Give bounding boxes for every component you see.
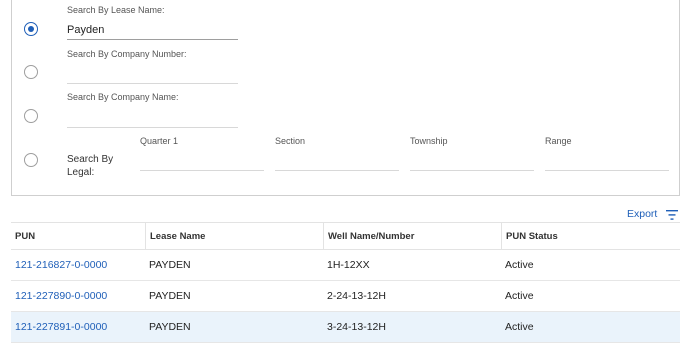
section-input[interactable] [275,170,399,171]
lease-name-label: Search By Lease Name: [67,5,165,15]
export-button[interactable]: Export [627,208,657,220]
section-label: Section [275,136,306,146]
lease-name-input[interactable]: Payden [67,24,104,36]
legal-label-line2: Legal: [67,167,95,178]
pun-link[interactable]: 121-216827-0-0000 [11,250,107,280]
results-table: PUN Lease Name Well Name/Number PUN Stat… [11,222,680,343]
well-name-cell: 1H-12XX [327,259,370,271]
township-input[interactable] [410,170,534,171]
lease-name-cell: PAYDEN [149,259,191,271]
column-header-pun-status[interactable]: PUN Status [501,223,680,250]
pun-status-cell: Active [505,259,534,271]
lease-name-cell: PAYDEN [149,321,191,333]
range-input[interactable] [545,170,669,171]
column-header-well-name[interactable]: Well Name/Number [323,223,501,250]
column-header-lease-name[interactable]: Lease Name [145,223,323,250]
search-panel: Search By Lease Name: Payden Search By C… [11,0,680,196]
legal-label-line1: Search By [67,154,114,165]
company-number-underline [67,83,238,84]
quarter-label: Quarter 1 [140,136,179,146]
pun-link[interactable]: 121-227891-0-0000 [11,312,107,342]
lease-name-cell: PAYDEN [149,290,191,302]
legal-label: Search By Legal: [67,153,113,179]
pun-status-cell: Active [505,290,534,302]
table-header: PUN Lease Name Well Name/Number PUN Stat… [11,222,680,250]
well-name-cell: 2-24-13-12H [327,290,386,302]
quarter-input[interactable] [140,170,264,171]
lease-name-radio[interactable] [24,22,38,36]
legal-radio[interactable] [24,153,38,167]
company-name-underline [67,127,238,128]
company-number-label: Search By Company Number: [67,49,187,59]
filter-icon[interactable] [666,210,678,220]
well-name-cell: 3-24-13-12H [327,321,386,333]
pun-link[interactable]: 121-227890-0-0000 [11,281,107,311]
lease-name-underline [67,39,238,40]
table-row[interactable]: 121-227891-0-0000 PAYDEN 3-24-13-12H Act… [11,312,680,343]
table-row[interactable]: 121-227890-0-0000 PAYDEN 2-24-13-12H Act… [11,281,680,312]
company-number-radio[interactable] [24,65,38,79]
company-name-label: Search By Company Name: [67,92,179,102]
company-name-radio[interactable] [24,109,38,123]
township-label: Township [410,136,448,146]
column-header-pun[interactable]: PUN [11,223,145,250]
table-row[interactable]: 121-216827-0-0000 PAYDEN 1H-12XX Active [11,250,680,281]
pun-status-cell: Active [505,321,534,333]
range-label: Range [545,136,572,146]
